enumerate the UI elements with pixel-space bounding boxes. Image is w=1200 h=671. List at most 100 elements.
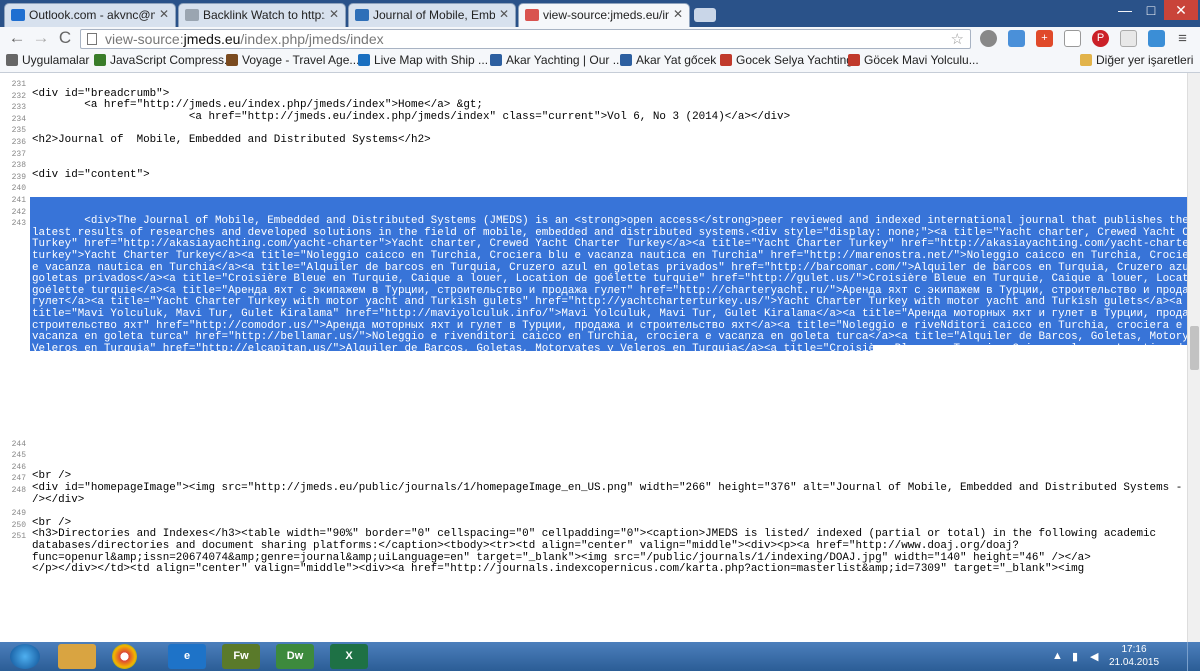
line-number: 242 [11, 207, 26, 217]
line-number: 234 [11, 114, 26, 124]
bookmark-label: JavaScript Compress... [110, 53, 235, 67]
bookmark-label: Gocek Selya Yachting [736, 53, 853, 67]
tab-title: Outlook.com - akvnc@ms [29, 8, 155, 22]
close-icon[interactable]: ✕ [673, 7, 683, 21]
extension-icon[interactable] [1064, 30, 1081, 47]
close-icon[interactable]: ✕ [499, 7, 509, 21]
menu-icon[interactable]: ≡ [1174, 30, 1191, 47]
extension-icon[interactable]: + [1036, 30, 1053, 47]
close-icon[interactable]: ✕ [159, 7, 169, 21]
url-text: view-source:jmeds.eu/index.php/jmeds/ind… [105, 31, 384, 47]
extension-icon[interactable] [980, 30, 997, 47]
line-number: 250 [11, 520, 26, 530]
tab-strip: Outlook.com - akvnc@ms ✕ Backlink Watch … [0, 0, 1200, 27]
tab-journal[interactable]: Journal of Mobile, Embedd ✕ [348, 3, 516, 27]
apps-icon [6, 54, 18, 66]
taskbar: e Fw Dw X ▲ ▮ ◀ 17:16 21.04.2015 [0, 642, 1200, 671]
fireworks-icon[interactable]: Fw [222, 644, 260, 669]
address-bar[interactable]: view-source:jmeds.eu/index.php/jmeds/ind… [80, 29, 971, 49]
clock[interactable]: 17:16 21.04.2015 [1104, 643, 1164, 669]
bookmark-icon [720, 54, 732, 66]
line-number: 244 [11, 439, 26, 449]
tray-chevron-icon[interactable]: ▲ [1052, 650, 1063, 662]
line-number: 241 [11, 196, 26, 205]
source-line: href="http://crewaboard.com/">Yacht Crew… [32, 424, 653, 436]
line-number: 240 [11, 184, 26, 194]
minimize-button[interactable]: — [1112, 0, 1138, 20]
bookmark-item[interactable]: Gocek Selya Yachting [720, 53, 853, 67]
bookmark-item[interactable]: Voyage - Travel Age... [226, 53, 359, 67]
line-number: 247 [11, 474, 26, 484]
vertical-scrollbar[interactable] [1187, 73, 1200, 642]
source-line: /></div> [32, 493, 85, 506]
bookmark-icon [490, 54, 502, 66]
tab-outlook[interactable]: Outlook.com - akvnc@ms ✕ [4, 3, 176, 27]
url-prefix: view-source: [105, 31, 184, 47]
forward-button[interactable]: → [32, 29, 50, 47]
show-desktop-button[interactable] [1187, 642, 1200, 671]
bookmark-label: Voyage - Travel Age... [242, 53, 360, 67]
source-line: </p></div></td><td align="center" valign… [32, 563, 1085, 576]
bookmarks-bar: Uygulamalar JavaScript Compress... Voyag… [0, 50, 1200, 73]
bookmark-icon [94, 54, 106, 66]
extension-icon[interactable] [1008, 30, 1025, 47]
extension-icon[interactable]: P [1092, 30, 1109, 47]
dreamweaver-icon[interactable]: Dw [276, 644, 314, 669]
bookmark-label: Akar Yat gőcek [636, 53, 717, 67]
tab-title: Backlink Watch to http://v [203, 8, 325, 22]
close-icon[interactable]: ✕ [329, 7, 339, 21]
bookmark-item[interactable]: JavaScript Compress... [94, 53, 234, 67]
source-line: <a href="http://jmeds.eu/index.php/jmeds… [32, 110, 791, 123]
line-number: 239 [11, 172, 26, 182]
internet-explorer-icon[interactable]: e [168, 644, 206, 669]
outlook-icon [11, 9, 25, 21]
browser-toolbar: ← → C view-source:jmeds.eu/index.php/jme… [0, 27, 1200, 50]
source-line: <div id="content"> [32, 168, 150, 181]
scrollbar-thumb[interactable] [1190, 326, 1199, 370]
source-line: title="Mavi Yolculuk, Mavi Tur, Gulet Ki… [32, 308, 1187, 320]
line-number: 243 [11, 219, 26, 229]
extension-icon[interactable] [1120, 30, 1137, 47]
bookmark-icon [848, 54, 860, 66]
bookmark-star-icon[interactable]: ☆ [951, 30, 964, 48]
bookmark-label: Akar Yachting | Our ... [506, 53, 623, 67]
line-number: 236 [11, 138, 26, 147]
reload-button[interactable]: C [56, 29, 74, 47]
bookmark-other-folder[interactable]: Diğer yer işaretleri [1080, 53, 1193, 67]
file-explorer-icon[interactable] [58, 644, 96, 669]
line-number: 251 [11, 532, 26, 542]
url-domain: jmeds.eu [183, 31, 241, 47]
start-button[interactable] [10, 644, 40, 669]
window-close-button[interactable]: ✕ [1164, 0, 1198, 20]
back-button[interactable]: ← [8, 29, 26, 47]
chrome-icon[interactable] [112, 644, 137, 669]
tab-backlink[interactable]: Backlink Watch to http://v ✕ [178, 3, 346, 27]
line-number: 231 [11, 80, 26, 89]
bookmark-item[interactable]: Akar Yachting | Our ... [490, 53, 623, 67]
volume-icon[interactable]: ◀ [1090, 650, 1098, 663]
line-number: 237 [11, 149, 26, 159]
new-tab-button[interactable] [694, 8, 716, 22]
bookmark-item[interactable]: Akar Yat gőcek [620, 53, 716, 67]
excel-icon[interactable]: X [330, 644, 368, 669]
page-icon [185, 9, 199, 21]
extension-icon[interactable] [1148, 30, 1165, 47]
bookmark-item[interactable]: Live Map with Ship ... [358, 53, 488, 67]
bookmark-label: Live Map with Ship ... [374, 53, 489, 67]
line-number: 232 [11, 91, 26, 101]
line-number: 235 [11, 126, 26, 136]
folder-icon [1080, 54, 1092, 66]
network-icon[interactable]: ▮ [1072, 650, 1078, 663]
bookmark-icon [358, 54, 370, 66]
line-number: 245 [11, 451, 26, 461]
bookmark-label: Göcek Mavi Yolculu... [864, 53, 979, 67]
maximize-button[interactable]: □ [1138, 0, 1164, 20]
source-line: <h2>Journal of Mobile, Embedded and Dist… [32, 134, 431, 146]
tab-title: view-source:jmeds.eu/inde [543, 8, 669, 22]
journal-icon [355, 9, 369, 21]
line-number: 246 [11, 462, 26, 472]
bookmark-item[interactable]: Göcek Mavi Yolculu... [848, 53, 979, 67]
tab-view-source[interactable]: view-source:jmeds.eu/inde ✕ [518, 3, 690, 27]
source-view[interactable]: 231 232 <div id="breadcrumb"> 233 <a href="… [0, 73, 1187, 642]
bookmark-apps[interactable]: Uygulamalar [6, 53, 89, 67]
